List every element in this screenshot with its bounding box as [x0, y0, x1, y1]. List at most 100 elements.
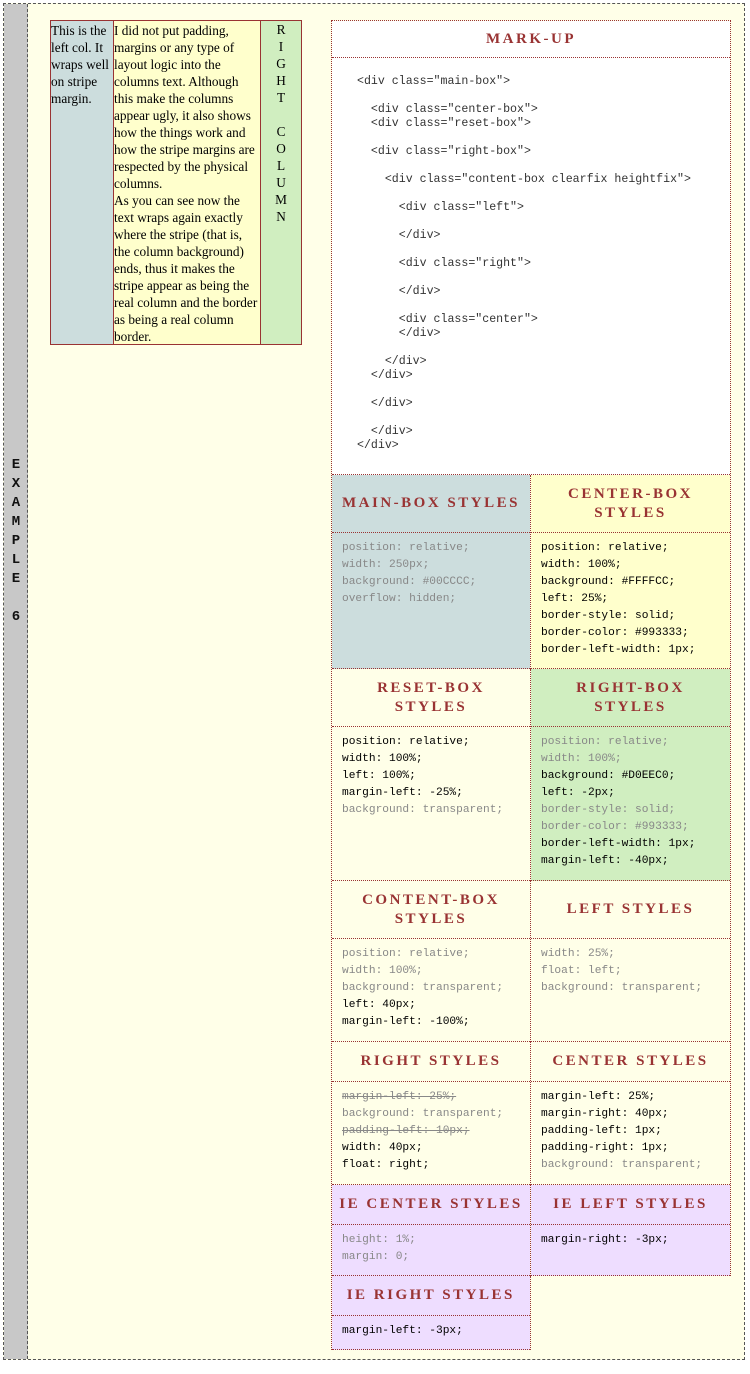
style-grid: MAIN-BOX STYLES position: relative; width:… — [332, 475, 731, 1350]
right-box-styles-code: position: relative; width: 100%; backgroun… — [531, 727, 730, 881]
main-box-styles-heading: MAIN-BOX STYLES — [332, 475, 530, 533]
left-column-text: This is the left col. It wraps well on s… — [51, 23, 109, 106]
css-line: margin-right: -3px; — [541, 1234, 669, 1246]
ie-center-styles-code: height: 1%; margin: 0; — [332, 1225, 530, 1276]
css-line: margin-right: 40px; — [541, 1108, 669, 1120]
css-line: margin-left: 25%; — [541, 1091, 656, 1103]
css-line: border-left-width: 1px; — [541, 838, 696, 850]
css-line: float: left; — [541, 965, 622, 977]
sidebar: E X A M P L E 6 — [4, 4, 28, 1359]
style-row: IE RIGHT STYLES margin-left: -3px; — [332, 1276, 731, 1350]
right-box-styles-heading: RIGHT-BOX STYLES — [531, 669, 730, 727]
ie-left-styles-code: margin-right: -3px; — [531, 1225, 730, 1276]
css-line: width: 250px; — [342, 559, 430, 571]
ie-right-styles-block: IE RIGHT STYLES margin-left: -3px; — [332, 1276, 531, 1350]
center-column-text-2: As you can see now the text wraps again … — [114, 193, 258, 344]
content-box-styles-code: position: relative; width: 100%; backgroun… — [332, 939, 530, 1042]
reset-box-styles-code: position: relative; width: 100%; left: 100… — [332, 727, 530, 881]
css-line: background: #FFFFCC; — [541, 576, 676, 588]
css-line: overflow: hidden; — [342, 593, 457, 605]
css-line: height: 1%; — [342, 1234, 416, 1246]
css-line: left: 100%; — [342, 770, 416, 782]
css-line: border-color: #993333; — [541, 627, 689, 639]
ie-right-styles-heading: IE RIGHT STYLES — [332, 1276, 530, 1316]
css-line: float: right; — [342, 1159, 430, 1171]
ie-center-styles-block: IE CENTER STYLES height: 1%; margin: 0; — [332, 1185, 531, 1276]
markup-code: <div class="main-box"> <div class="cente… — [332, 58, 730, 475]
center-column-text-1: I did not put padding, margins or any ty… — [114, 23, 255, 191]
column-demo: This is the left col. It wraps well on s… — [50, 20, 302, 345]
center-column: I did not put padding, margins or any ty… — [114, 21, 260, 344]
style-row: MAIN-BOX STYLES position: relative; width:… — [332, 475, 730, 669]
left-column: This is the left col. It wraps well on s… — [51, 21, 114, 344]
style-row: RESET-BOX STYLES position: relative; width… — [332, 669, 730, 881]
css-line: padding-left: 10px; — [342, 1125, 470, 1137]
css-line: margin-left: -25%; — [342, 787, 463, 799]
example-label: E X A M P L E 6 — [11, 457, 21, 625]
css-line: background: transparent; — [342, 1108, 504, 1120]
css-line: margin-left: -40px; — [541, 855, 669, 867]
left-styles-block: LEFT STYLES width: 25%; float: left; backgr… — [531, 881, 730, 1042]
right-styles-block: RIGHT STYLES margin-left: 25%; background:… — [332, 1042, 531, 1185]
left-styles-code: width: 25%; float: left; background: trans… — [531, 939, 730, 1042]
css-line: left: -2px; — [541, 787, 615, 799]
right-column-text: R I G H T C O L U M N — [275, 22, 287, 224]
css-line: background: transparent; — [541, 1159, 703, 1171]
example-frame: E X A M P L E 6 This is the left col. It… — [3, 3, 745, 1360]
center-styles-code: margin-left: 25%; margin-right: 40px; padd… — [531, 1082, 730, 1185]
css-line: background: transparent; — [342, 804, 504, 816]
style-row: RIGHT STYLES margin-left: 25%; background:… — [332, 1042, 730, 1185]
css-line: width: 40px; — [342, 1142, 423, 1154]
center-box-styles-code: position: relative; width: 100%; backgroun… — [531, 533, 730, 669]
center-box-styles-block: CENTER-BOX STYLES position: relative; widt… — [531, 475, 730, 669]
css-line: left: 25%; — [541, 593, 609, 605]
css-line: padding-right: 1px; — [541, 1142, 669, 1154]
css-line: width: 100%; — [342, 753, 423, 765]
ie-left-styles-heading: IE LEFT STYLES — [531, 1185, 730, 1225]
code-panel: MARK-UP <div class="main-box"> <div clas… — [331, 20, 731, 1350]
css-line: position: relative; — [342, 736, 470, 748]
content-box-styles-block: CONTENT-BOX STYLES position: relative; wid… — [332, 881, 531, 1042]
empty-cell — [531, 1276, 731, 1350]
css-line: background: #00CCCC; — [342, 576, 477, 588]
reset-box-styles-heading: RESET-BOX STYLES — [332, 669, 530, 727]
css-line: position: relative; — [342, 948, 470, 960]
right-column: R I G H T C O L U M N — [260, 21, 301, 344]
css-line: background: transparent; — [541, 982, 703, 994]
right-styles-heading: RIGHT STYLES — [332, 1042, 530, 1082]
css-line: border-color: #993333; — [541, 821, 689, 833]
center-styles-heading: CENTER STYLES — [531, 1042, 730, 1082]
style-row: IE CENTER STYLES height: 1%; margin: 0; IE … — [332, 1185, 730, 1276]
reset-box-styles-block: RESET-BOX STYLES position: relative; width… — [332, 669, 531, 881]
css-line: width: 25%; — [541, 948, 615, 960]
right-styles-code: margin-left: 25%; background: transparent… — [332, 1082, 530, 1185]
css-line: position: relative; — [342, 542, 470, 554]
ie-right-styles-code: margin-left: -3px; — [332, 1316, 530, 1350]
ie-left-styles-block: IE LEFT STYLES margin-right: -3px; — [531, 1185, 730, 1276]
main-box-styles-block: MAIN-BOX STYLES position: relative; width:… — [332, 475, 531, 669]
css-line: padding-left: 1px; — [541, 1125, 662, 1137]
style-row: CONTENT-BOX STYLES position: relative; wid… — [332, 881, 730, 1042]
css-line: left: 40px; — [342, 999, 416, 1011]
css-line: border-style: solid; — [541, 804, 676, 816]
main-box-styles-code: position: relative; width: 250px; backgrou… — [332, 533, 530, 669]
center-box-styles-heading: CENTER-BOX STYLES — [531, 475, 730, 533]
css-line: border-left-width: 1px; — [541, 644, 696, 656]
css-line: border-style: solid; — [541, 610, 676, 622]
css-line: background: #D0EEC0; — [541, 770, 676, 782]
css-line: width: 100%; — [342, 965, 423, 977]
css-line: position: relative; — [541, 736, 669, 748]
left-styles-heading: LEFT STYLES — [531, 881, 730, 939]
center-styles-block: CENTER STYLES margin-left: 25%; margin-rig… — [531, 1042, 730, 1185]
css-line: position: relative; — [541, 542, 669, 554]
markup-heading: MARK-UP — [332, 21, 730, 58]
content-box-styles-heading: CONTENT-BOX STYLES — [332, 881, 530, 939]
css-line: margin: 0; — [342, 1251, 410, 1263]
css-line: margin-left: -3px; — [342, 1325, 463, 1337]
css-line: margin-left: 25%; — [342, 1091, 457, 1103]
css-line: margin-left: -100%; — [342, 1016, 470, 1028]
right-box-styles-block: RIGHT-BOX STYLES position: relative; width… — [531, 669, 730, 881]
css-line: width: 100%; — [541, 559, 622, 571]
css-line: width: 100%; — [541, 753, 622, 765]
ie-center-styles-heading: IE CENTER STYLES — [332, 1185, 530, 1225]
